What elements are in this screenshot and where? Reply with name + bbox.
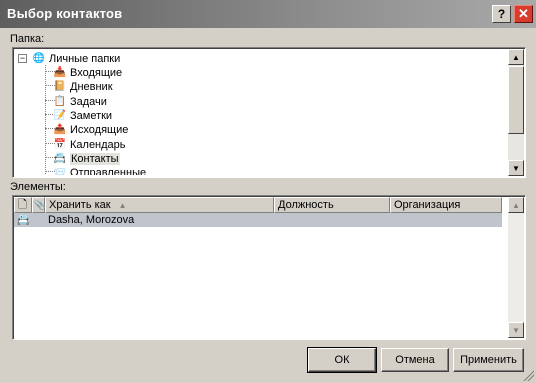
journal-icon: 📔 [53, 81, 67, 92]
table-row[interactable]: 📇 Dasha, Morozova [14, 213, 502, 227]
inbox-icon: 📥 [53, 67, 67, 78]
apply-button[interactable]: Применить [453, 348, 524, 372]
elements-label: Элементы: [10, 181, 66, 193]
arrow-up-icon: ▲ [512, 200, 520, 210]
column-header-label: Организация [394, 199, 461, 211]
arrow-down-icon: ▼ [512, 325, 520, 335]
scroll-down-button[interactable]: ▼ [508, 160, 524, 176]
folder-tree[interactable]: − 🌐 Личные папки 📥 Входящие 📔 Дневник 📋 … [12, 47, 526, 178]
tree-node-label: Календарь [70, 139, 126, 151]
cancel-button[interactable]: Отмена [381, 348, 449, 372]
contact-picker-dialog: Выбор контактов ? ✕ Папка: − 🌐 Личные па… [0, 0, 536, 383]
paperclip-icon: 📎 [34, 199, 46, 210]
tree-node-label: Заметки [70, 110, 113, 122]
folder-label: Папка: [10, 33, 45, 45]
column-header-company[interactable]: Организация [390, 197, 502, 213]
column-header-icon[interactable]: 🗋 [14, 197, 32, 213]
contacts-icon: 📇 [53, 153, 67, 164]
elements-list[interactable]: 🗋 📎 Хранить как ▲ Должность Организация … [12, 195, 526, 340]
contact-card-icon: 📇 [17, 214, 30, 226]
resize-grip[interactable] [522, 369, 534, 381]
tree-node-notes[interactable]: 📝 Заметки [53, 109, 112, 123]
title-bar[interactable]: Выбор контактов ? ✕ [0, 0, 536, 28]
window-title: Выбор контактов [7, 6, 123, 21]
scroll-up-button[interactable]: ▲ [508, 197, 524, 213]
tree-node-sent[interactable]: 📨 Отправленные [53, 166, 146, 175]
sent-icon: 📨 [53, 167, 67, 175]
document-icon: 🗋 [18, 198, 27, 211]
tree-node-label: Входящие [70, 67, 123, 79]
tree-node-calendar[interactable]: 📅 Календарь [53, 138, 126, 152]
calendar-icon: 📅 [53, 139, 67, 150]
globe-folder-icon: 🌐 [32, 53, 46, 64]
scroll-down-button[interactable]: ▼ [508, 322, 524, 338]
tree-node-label: Задачи [70, 96, 107, 108]
close-button[interactable]: ✕ [514, 5, 533, 23]
column-header-file-as[interactable]: Хранить как ▲ [45, 197, 274, 213]
folder-tree-scrollbar[interactable]: ▲ ▼ [508, 49, 524, 176]
tree-node-inbox[interactable]: 📥 Входящие [53, 66, 122, 80]
column-header-attachment[interactable]: 📎 [32, 197, 45, 213]
sort-ascending-icon: ▲ [118, 200, 127, 210]
outbox-icon: 📤 [53, 124, 67, 135]
tree-node-journal[interactable]: 📔 Дневник [53, 80, 113, 94]
tasks-icon: 📋 [53, 96, 67, 107]
arrow-up-icon: ▲ [512, 52, 520, 62]
tree-node-contacts[interactable]: 📇 Контакты [53, 152, 120, 166]
ok-button[interactable]: ОК [307, 347, 377, 373]
column-header-position[interactable]: Должность [274, 197, 390, 213]
tree-node-label: Дневник [70, 81, 113, 93]
tree-node-label: Отправленные [70, 167, 147, 175]
column-header-label: Должность [278, 199, 334, 211]
tree-node-label: Исходящие [70, 124, 129, 136]
arrow-down-icon: ▼ [512, 163, 520, 173]
column-header-label: Хранить как [49, 199, 111, 211]
notes-icon: 📝 [53, 110, 67, 121]
elements-scrollbar[interactable]: ▲ ▼ [508, 197, 524, 338]
scroll-thumb[interactable] [508, 66, 524, 134]
folder-tree-content: − 🌐 Личные папки 📥 Входящие 📔 Дневник 📋 … [15, 50, 507, 175]
tree-node-outbox[interactable]: 📤 Исходящие [53, 123, 129, 137]
tree-collapse-toggle[interactable]: − [18, 54, 27, 63]
tree-node-label: Контакты [70, 153, 120, 165]
cell-file-as: Dasha, Morozova [48, 214, 135, 226]
tree-node-label: Личные папки [49, 53, 121, 65]
scroll-up-button[interactable]: ▲ [508, 49, 524, 65]
help-button[interactable]: ? [492, 5, 511, 23]
tree-node-tasks[interactable]: 📋 Задачи [53, 95, 107, 109]
tree-node-personal-folders[interactable]: 🌐 Личные папки [32, 52, 120, 66]
